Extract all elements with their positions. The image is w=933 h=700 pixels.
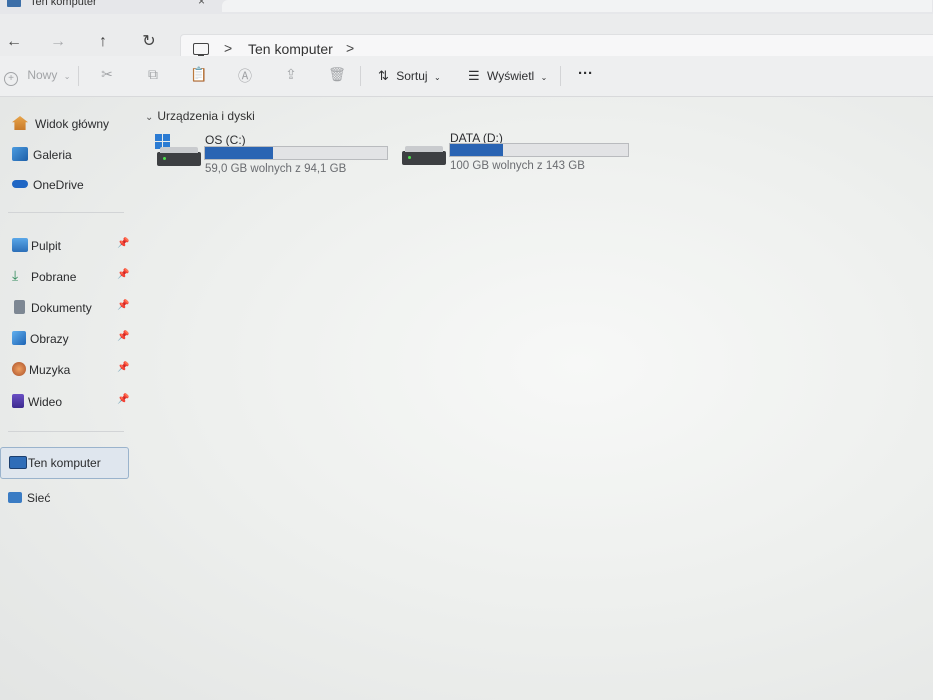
pin-icon[interactable]: 📌 xyxy=(117,331,129,342)
sidebar-divider xyxy=(8,431,124,432)
sidebar-item-gallery[interactable]: Galeria xyxy=(0,141,130,169)
drive-usage-fill xyxy=(205,147,273,159)
drive-free-space: 59,0 GB wolnych z 94,1 GB xyxy=(205,163,347,175)
new-button[interactable]: + Nowy ⌄ xyxy=(4,68,70,86)
drive-name: OS (C:) xyxy=(205,133,246,147)
sidebar-divider xyxy=(8,212,124,213)
drive-led xyxy=(408,156,411,159)
address-row: ← → ↑ ↻ > Ten komputer > xyxy=(0,14,933,65)
chevron-down-icon: ⌄ xyxy=(63,72,71,81)
rename-icon[interactable]: Ⓐ xyxy=(236,66,254,86)
sort-button[interactable]: ⇅ Sortuj ⌄ xyxy=(378,68,441,84)
sidebar-item-label: Dokumenty xyxy=(31,301,92,315)
close-icon[interactable]: × xyxy=(198,0,205,8)
pin-icon[interactable]: 📌 xyxy=(117,362,129,373)
breadcrumb-chevron[interactable]: > xyxy=(346,40,354,56)
sidebar-item-label: Muzyka xyxy=(29,363,71,377)
sort-icon: ⇅ xyxy=(378,68,389,83)
hard-drive-icon xyxy=(402,146,446,165)
drive-item-c[interactable]: OS (C:) 59,0 GB wolnych z 94,1 GB xyxy=(157,133,397,185)
computer-icon xyxy=(193,43,209,57)
download-icon: ⤓ xyxy=(12,267,19,283)
hard-drive-icon xyxy=(157,147,201,166)
computer-icon xyxy=(9,456,27,469)
sidebar-item-label: Ten komputer xyxy=(28,456,101,470)
sidebar-item-network[interactable]: Sieć xyxy=(0,484,130,512)
breadcrumb-separator[interactable]: > xyxy=(224,40,232,56)
pin-icon[interactable]: 📌 xyxy=(117,300,129,311)
network-icon xyxy=(8,492,22,503)
plus-circle-icon: + xyxy=(4,72,18,86)
tab-title[interactable]: Ten komputer xyxy=(30,0,97,8)
view-label: Wyświetl xyxy=(487,69,535,83)
sidebar-item-label: Wideo xyxy=(28,395,63,409)
sidebar-item-videos[interactable]: Wideo 📌 xyxy=(0,388,130,416)
title-bar: Ten komputer × xyxy=(0,0,933,14)
group-label: Urządzenia i dyski xyxy=(157,109,255,123)
drive-item-d[interactable]: DATA (D:) 100 GB wolnych z 143 GB xyxy=(402,131,642,183)
cut-icon[interactable]: ✂ xyxy=(98,66,116,83)
refresh-button[interactable]: ↻ xyxy=(139,34,159,50)
video-icon xyxy=(12,394,24,408)
drive-usage-fill xyxy=(450,144,504,156)
breadcrumb-current[interactable]: Ten komputer xyxy=(248,41,333,57)
more-options-button[interactable]: ··· xyxy=(578,65,593,82)
chevron-down-icon: ⌄ xyxy=(433,73,441,82)
delete-icon[interactable]: 🗑 xyxy=(328,66,346,83)
sidebar-item-documents[interactable]: Dokumenty 📌 xyxy=(0,294,130,322)
up-button[interactable]: ↑ xyxy=(93,34,113,50)
pin-icon[interactable]: 📌 xyxy=(117,269,129,280)
sort-label: Sortuj xyxy=(396,69,428,83)
sidebar-item-label: Obrazy xyxy=(30,332,69,346)
drive-usage-bar xyxy=(449,143,629,157)
view-button[interactable]: ☰ Wyświetl ⌄ xyxy=(468,68,547,84)
toolbar-divider xyxy=(78,66,79,86)
pin-icon[interactable]: 📌 xyxy=(117,394,129,405)
drive-usage-bar xyxy=(204,146,388,160)
cloud-icon xyxy=(12,180,28,188)
sidebar-item-home[interactable]: Widok główny xyxy=(0,110,130,138)
drive-free-space: 100 GB wolnych z 143 GB xyxy=(450,160,585,172)
sidebar-item-this-pc[interactable]: Ten komputer xyxy=(0,447,129,479)
navigation-pane: Widok główny Galeria OneDrive Pulpit 📌 ⤓… xyxy=(0,97,135,700)
pin-icon[interactable]: 📌 xyxy=(117,238,129,249)
sidebar-item-downloads[interactable]: ⤓ Pobrane 📌 xyxy=(0,263,130,291)
sidebar-item-label: Sieć xyxy=(27,491,51,505)
toolbar-divider xyxy=(360,66,361,86)
paste-icon[interactable]: 📋 xyxy=(190,66,208,83)
sidebar-item-label: Widok główny xyxy=(35,117,110,131)
sidebar-item-onedrive[interactable]: OneDrive xyxy=(0,171,130,199)
group-header[interactable]: ⌄ Urządzenia i dyski xyxy=(145,109,255,123)
command-bar: + Nowy ⌄ ✂ ⧉ 📋 Ⓐ ⇪ 🗑 ⇅ Sortuj ⌄ ☰ Wyświe… xyxy=(0,56,933,97)
gallery-icon xyxy=(12,147,28,161)
new-button-label: Nowy xyxy=(27,68,58,82)
computer-icon xyxy=(7,0,21,7)
back-button[interactable]: ← xyxy=(4,34,24,50)
sidebar-item-pictures[interactable]: Obrazy 📌 xyxy=(0,325,130,353)
desktop-icon xyxy=(12,238,28,252)
sidebar-item-music[interactable]: Muzyka 📌 xyxy=(0,356,130,384)
chevron-down-icon: ⌄ xyxy=(540,73,548,82)
home-icon xyxy=(12,116,28,130)
sidebar-item-label: Pobrane xyxy=(31,270,77,284)
content-area: ⌄ Urządzenia i dyski OS (C:) 59,0 GB woln… xyxy=(135,97,933,700)
music-icon xyxy=(12,362,26,376)
share-icon[interactable]: ⇪ xyxy=(282,66,300,83)
sidebar-item-label: Galeria xyxy=(33,148,72,162)
drive-led xyxy=(163,157,166,160)
sidebar-item-desktop[interactable]: Pulpit 📌 xyxy=(0,232,130,260)
toolbar-divider xyxy=(560,66,561,86)
sidebar-item-label: OneDrive xyxy=(33,178,84,192)
tab-strip xyxy=(222,0,932,12)
copy-icon[interactable]: ⧉ xyxy=(144,66,162,83)
pictures-icon xyxy=(12,331,26,345)
chevron-down-icon: ⌄ xyxy=(145,112,154,123)
sidebar-item-label: Pulpit xyxy=(31,239,62,253)
document-icon xyxy=(14,300,25,314)
forward-button[interactable]: → xyxy=(48,34,68,50)
view-list-icon: ☰ xyxy=(468,68,480,83)
